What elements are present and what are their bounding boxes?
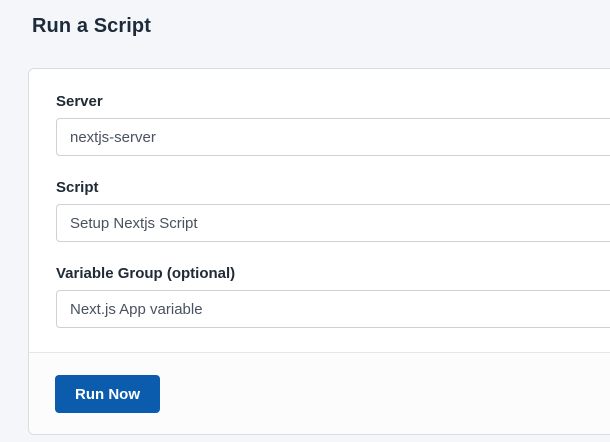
- variable-group-field-group: Variable Group (optional): [56, 265, 610, 328]
- script-field-group: Script: [56, 179, 610, 242]
- card-footer: Run Now: [29, 352, 610, 434]
- script-label: Script: [56, 179, 99, 196]
- server-label: Server: [56, 93, 103, 110]
- server-field-group: Server: [56, 93, 610, 156]
- script-input[interactable]: [56, 204, 610, 242]
- page-title: Run a Script: [32, 15, 151, 37]
- card-body: Server Script Variable Group (optional): [29, 69, 610, 328]
- variable-group-label: Variable Group (optional): [56, 265, 236, 282]
- run-script-card: Server Script Variable Group (optional) …: [28, 68, 610, 435]
- variable-group-input[interactable]: [56, 290, 610, 328]
- run-now-button[interactable]: Run Now: [55, 375, 160, 413]
- server-input[interactable]: [56, 118, 610, 156]
